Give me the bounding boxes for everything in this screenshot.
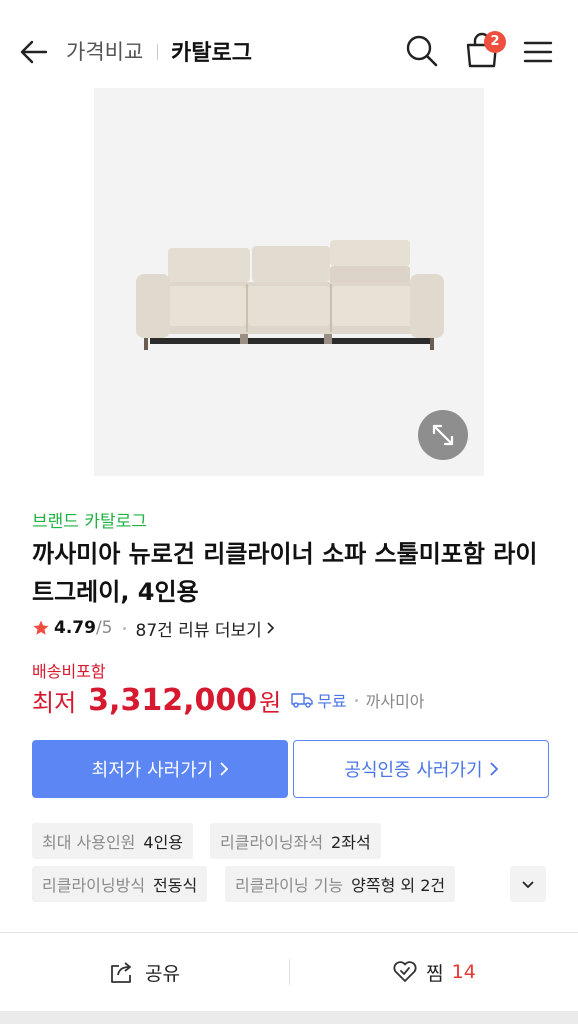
breadcrumb-separator [157, 44, 158, 60]
price-value: 3,312,000 [88, 682, 258, 718]
spec-value: 전동식 [153, 876, 198, 895]
seller-name: 까사미아 [365, 692, 425, 711]
review-link[interactable]: 87건 리뷰 더보기 [136, 616, 274, 641]
product-title: 까사미아 뉴로건 리클라이너 소파 스툴미포함 라이트그레이, 4인용 [32, 540, 538, 606]
spec-label: 리클라이닝 기능 [235, 876, 344, 895]
spec-value: 2좌석 [331, 833, 371, 852]
separator-dot [354, 698, 358, 702]
chevron-right-icon [489, 762, 498, 776]
share-icon [111, 962, 131, 983]
chevron-right-icon [267, 622, 274, 634]
spec-label: 리클라이닝좌석 [220, 833, 324, 852]
brand-catalog-label[interactable]: 브랜드 카탈로그 [32, 507, 147, 532]
shipping-included-note: 배송비포함 [32, 662, 106, 681]
expand-image-button[interactable] [418, 410, 468, 460]
specs-expand-button[interactable] [510, 866, 546, 902]
wishlist-count: 14 [451, 961, 476, 983]
buy-official-label: 공식인증 사러가기 [344, 760, 483, 781]
breadcrumb-price-compare[interactable]: 가격비교 [66, 36, 143, 66]
rating-max: /5 [95, 618, 113, 638]
product-image[interactable] [94, 88, 484, 476]
review-link-label: 87건 리뷰 더보기 [135, 620, 262, 641]
expand-arrows-icon [432, 424, 454, 446]
rating-value: 4.79 [54, 618, 96, 638]
price-unit: 원 [259, 688, 282, 717]
spec-label: 리클라이닝방식 [42, 876, 146, 895]
price-label: 최저 [32, 688, 77, 717]
buy-lowest-price-button[interactable]: 최저가 사러가기 [32, 740, 288, 798]
spec-value: 양쪽형 외 2건 [351, 876, 446, 895]
spec-chip: 리클라이닝 기능 양쪽형 외 2건 [225, 866, 456, 902]
sofa-image [136, 240, 444, 350]
spec-label: 최대 사용인원 [42, 833, 136, 852]
star-icon [33, 620, 49, 635]
wishlist-label: 찜 [426, 962, 444, 985]
chevron-down-icon [522, 880, 534, 888]
back-arrow-icon[interactable] [18, 38, 50, 66]
chevron-right-icon [220, 762, 229, 776]
price-row: 최저 3,312,000 원 무료 까사미아 [32, 680, 425, 720]
spec-chip: 최대 사용인원 4인용 [32, 823, 194, 859]
buy-official-button[interactable]: 공식인증 사러가기 [293, 740, 549, 798]
bottom-action-bar: 공유 찜 14 [0, 933, 578, 1011]
rating-row: 4.79 /5 87건 리뷰 더보기 [32, 616, 274, 641]
spec-chip: 리클라이닝방식 전동식 [32, 866, 208, 902]
share-label: 공유 [145, 962, 180, 985]
hamburger-menu-icon[interactable] [522, 38, 554, 66]
search-icon[interactable] [405, 34, 439, 68]
spec-value: 4인용 [143, 833, 184, 852]
wishlist-button[interactable]: 찜 14 [290, 933, 578, 1011]
heart-check-icon [393, 961, 417, 982]
cart-count-badge: 2 [484, 31, 506, 53]
delivery-truck-icon [291, 693, 313, 708]
spec-chip: 리클라이닝좌석 2좌석 [210, 823, 381, 859]
free-shipping-tag: 무료 [317, 692, 347, 711]
bottom-strip [0, 1011, 578, 1024]
separator-dot [122, 626, 126, 630]
buy-lowest-price-label: 최저가 사러가기 [91, 760, 214, 781]
share-button[interactable]: 공유 [0, 933, 289, 1011]
breadcrumb-catalog[interactable]: 카탈로그 [171, 35, 252, 67]
